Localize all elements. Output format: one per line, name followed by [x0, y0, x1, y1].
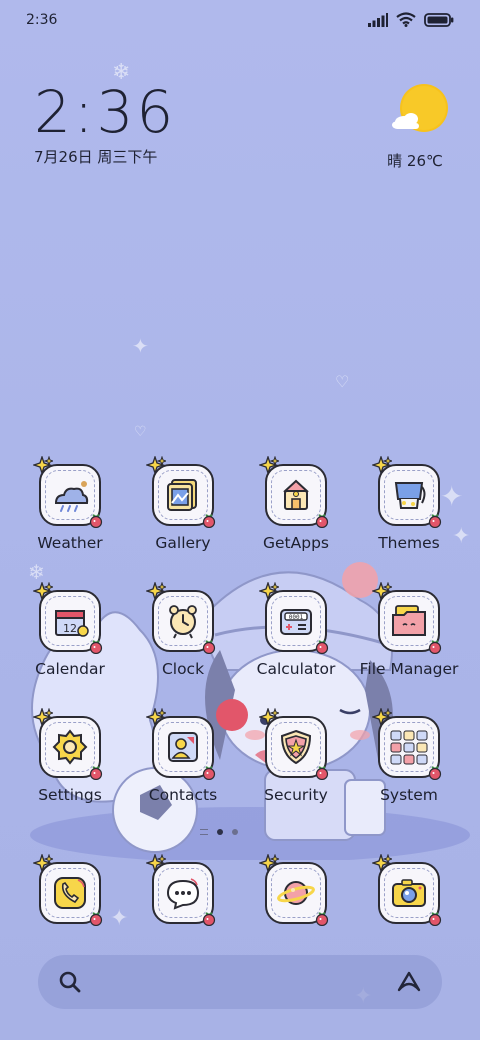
clock-icon[interactable]	[146, 582, 216, 654]
status-icons	[368, 12, 454, 27]
heart-icon: ♡	[335, 372, 350, 391]
dock-phone[interactable]	[14, 854, 126, 928]
clock-widget[interactable]: 2:36 7月26日 周三下午	[34, 80, 176, 167]
messages-icon[interactable]	[146, 854, 216, 926]
themes-icon[interactable]	[372, 456, 442, 528]
app-label: Security	[264, 786, 328, 804]
phone-icon[interactable]	[33, 854, 103, 926]
search-icon[interactable]	[58, 970, 82, 994]
app-security[interactable]: Security	[240, 708, 352, 826]
app-clock[interactable]: Clock	[127, 582, 239, 700]
app-file-manager[interactable]: File Manager	[353, 582, 465, 700]
system-folder-icon[interactable]	[372, 708, 442, 780]
file-manager-icon[interactable]	[372, 582, 442, 654]
app-label: System	[380, 786, 438, 804]
app-label: Clock	[161, 660, 205, 678]
sparkle-icon: ✦	[132, 334, 149, 358]
dock-camera[interactable]	[353, 854, 465, 928]
app-label: Settings	[38, 786, 102, 804]
calculator-icon[interactable]: 0001	[259, 582, 329, 654]
status-time: 2:36	[26, 12, 58, 28]
app-label: Contacts	[148, 786, 218, 804]
camera-icon[interactable]	[372, 854, 442, 926]
app-label: Themes	[378, 534, 440, 552]
page-indicator[interactable]	[200, 829, 238, 835]
app-themes[interactable]: Themes	[353, 456, 465, 574]
sunny-cloud-icon	[392, 84, 448, 132]
app-label: Gallery	[155, 534, 211, 552]
page-dot[interactable]	[232, 829, 238, 835]
app-system[interactable]: System	[353, 708, 465, 826]
app-calendar[interactable]: 12 Calendar	[14, 582, 126, 700]
weather-widget[interactable]: 晴 26℃	[380, 84, 450, 171]
app-label: GetApps	[263, 534, 329, 552]
status-bar: 2:36	[0, 0, 480, 42]
snowflake-icon: ❄	[112, 60, 131, 85]
security-icon[interactable]	[259, 708, 329, 780]
app-label: Calendar	[35, 660, 105, 678]
signal-icon	[368, 12, 388, 27]
svg-text:12: 12	[63, 622, 77, 635]
widget-time: 2:36	[34, 78, 177, 146]
app-calculator[interactable]: 0001 Calculator	[240, 582, 352, 700]
getapps-icon[interactable]	[259, 456, 329, 528]
app-getapps[interactable]: GetApps	[240, 456, 352, 574]
wifi-icon	[396, 12, 416, 27]
weather-temperature: 晴 26℃	[387, 152, 443, 170]
svg-text:0001: 0001	[289, 614, 304, 621]
app-gallery[interactable]: Gallery	[127, 456, 239, 574]
browser-icon[interactable]	[259, 854, 329, 926]
assistant-icon[interactable]	[396, 970, 422, 994]
search-bar[interactable]	[38, 955, 442, 1009]
page-dot-current[interactable]	[217, 829, 223, 835]
dock-messages[interactable]	[127, 854, 239, 928]
app-label: Weather	[37, 534, 103, 552]
app-label: File Manager	[359, 660, 459, 678]
dock-browser[interactable]	[240, 854, 352, 928]
widget-date: 7月26日 周三下午	[34, 148, 158, 166]
app-label: Calculator	[256, 660, 336, 678]
app-settings[interactable]: Settings	[14, 708, 126, 826]
gallery-icon[interactable]	[146, 456, 216, 528]
settings-icon[interactable]	[33, 708, 103, 780]
page-indicator-menu-icon[interactable]	[200, 829, 208, 835]
app-contacts[interactable]: Contacts	[127, 708, 239, 826]
heart-icon: ♡	[134, 424, 147, 440]
calendar-icon[interactable]: 12	[33, 582, 103, 654]
app-weather[interactable]: Weather	[14, 456, 126, 574]
battery-icon	[424, 12, 454, 27]
weather-icon[interactable]	[33, 456, 103, 528]
contacts-icon[interactable]	[146, 708, 216, 780]
